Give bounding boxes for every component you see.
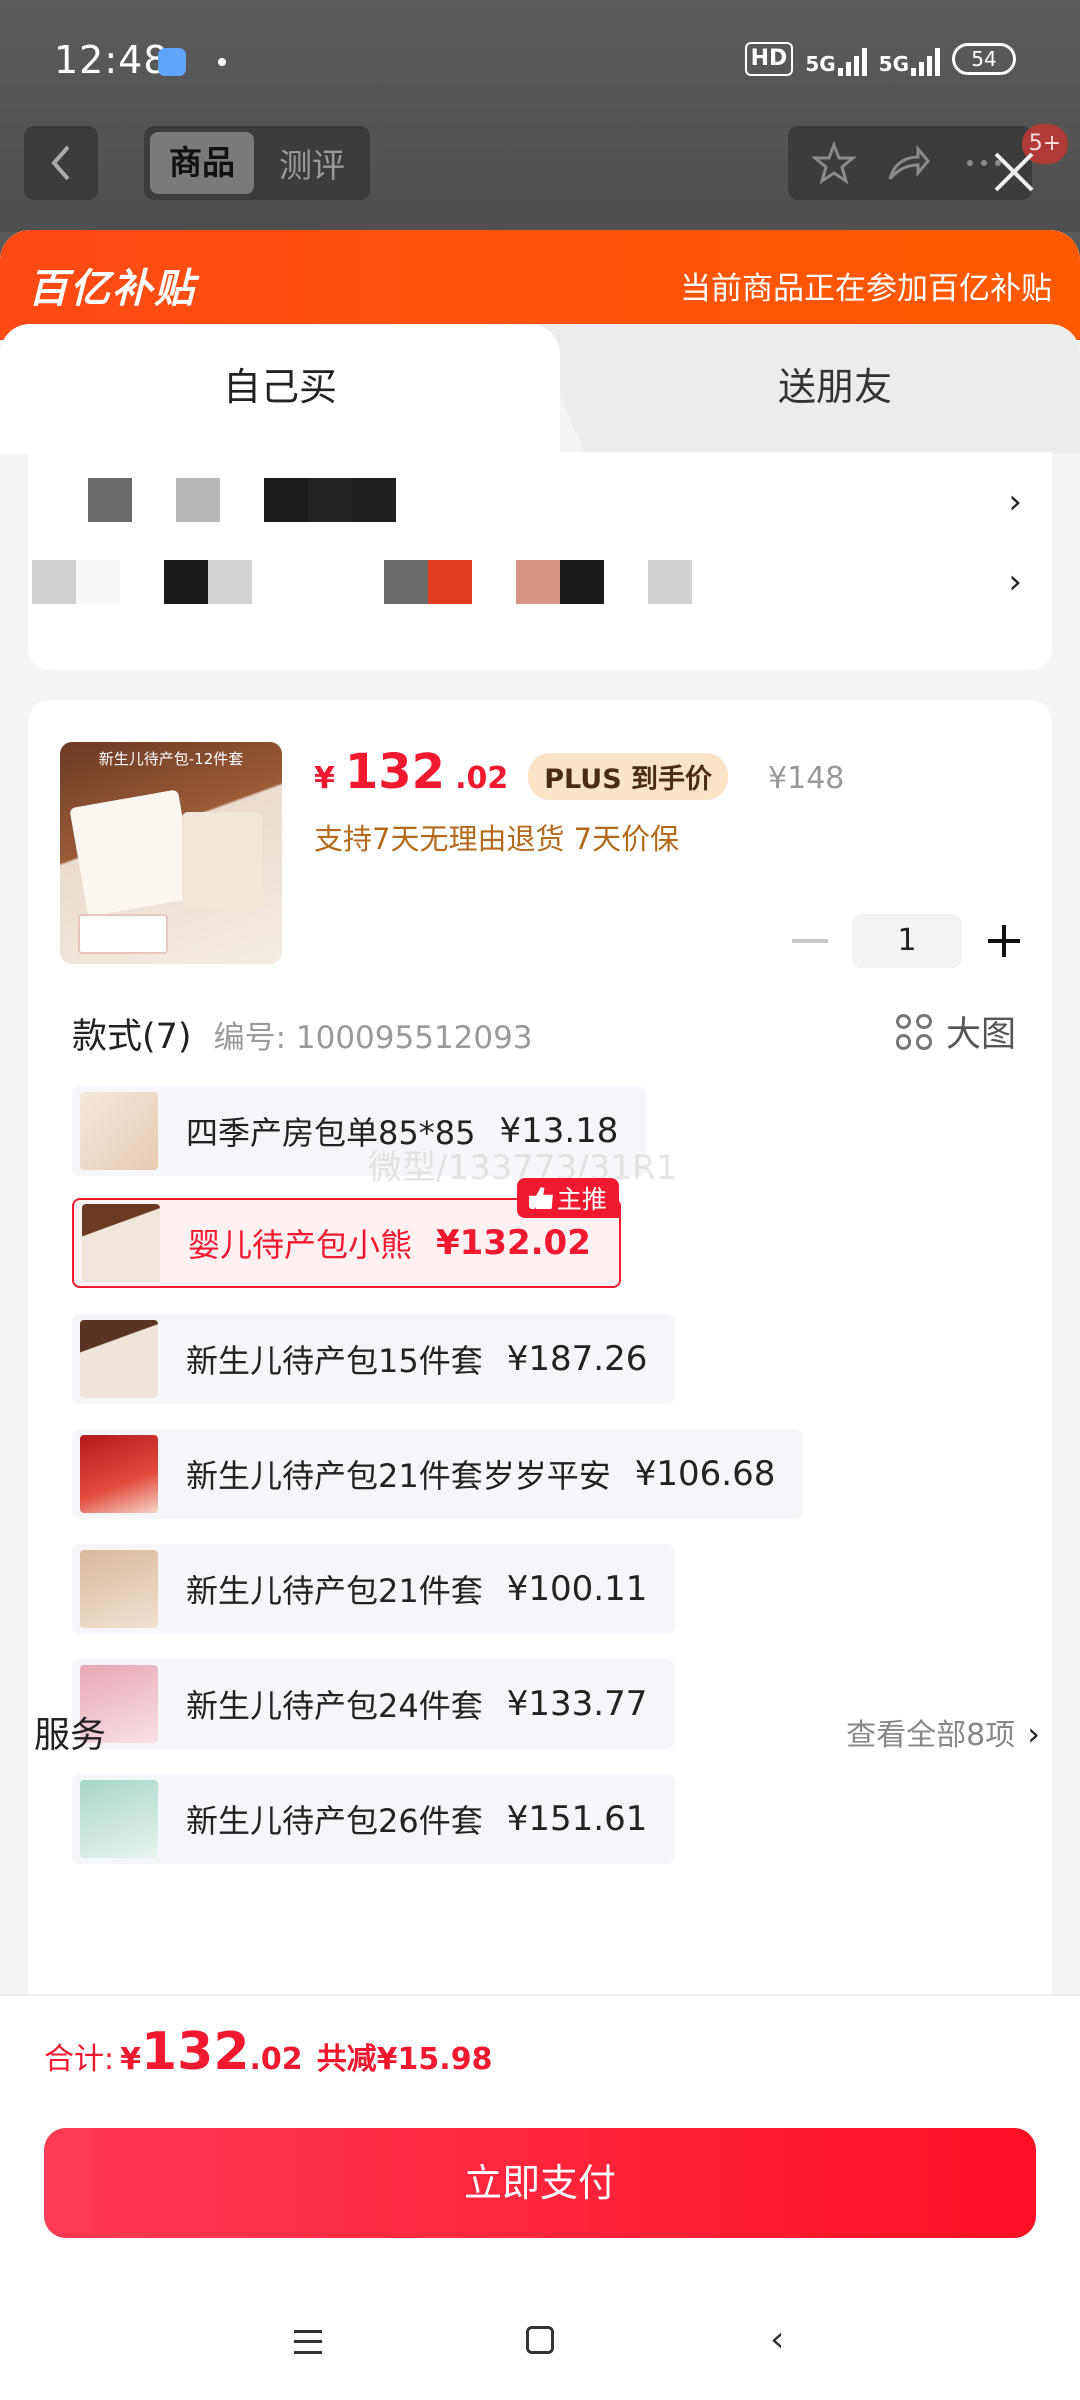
option-thumbnail [80, 1550, 158, 1628]
option-label: 新生儿待产包15件套 [186, 1342, 483, 1380]
total-symbol: ¥ [120, 2042, 141, 2077]
style-option[interactable]: 新生儿待产包21件套 ¥100.11 [72, 1544, 676, 1634]
option-thumbnail [80, 1435, 158, 1513]
chevron-right-icon: › [1027, 1715, 1040, 1753]
product-code: 编号: 100095512093 [213, 1020, 533, 1056]
subsidy-note: 当前商品正在参加百亿补贴 [680, 270, 1052, 307]
address-card[interactable]: › › [28, 452, 1052, 670]
minus-icon[interactable] [792, 939, 828, 943]
price-integer: 132 [344, 744, 446, 800]
service-perks: 支持7天无理由退货 7天价保 [314, 822, 680, 856]
status-indicators: HD 5G 5G 54 [744, 42, 1016, 76]
style-option[interactable]: 新生儿待产包21件套岁岁平安 ¥106.68 [72, 1429, 804, 1519]
option-label: 新生儿待产包24件套 [186, 1687, 483, 1725]
hd-icon: HD [744, 42, 794, 76]
big-image-toggle[interactable]: 大图 [895, 1006, 1016, 1057]
thumbnail-box [78, 914, 168, 954]
service-title: 服务 [34, 1715, 107, 1756]
plus-price-tag: PLUS 到手价 [528, 753, 729, 800]
quantity-value[interactable]: 1 [852, 914, 962, 968]
total-integer: 132 [140, 2022, 250, 2082]
back-icon[interactable]: ‹ [770, 2322, 784, 2358]
tab-self[interactable]: 自己买 [0, 324, 560, 454]
style-title: 款式(7) [72, 1017, 192, 1057]
home-icon[interactable] [526, 2326, 554, 2354]
tab-product[interactable]: 商品 [150, 132, 254, 194]
purchase-sheet: 百亿补贴 当前商品正在参加百亿补贴 送朋友 自己买 › › 新生儿待产包-12件… [0, 230, 1080, 1996]
discount-amount: 共减¥15.98 [316, 2042, 493, 2077]
status-time: 12:48 [54, 38, 169, 82]
option-label: 新生儿待产包21件套岁岁平安 [186, 1457, 611, 1495]
style-option[interactable]: 新生儿待产包15件套 ¥187.26 [72, 1314, 676, 1404]
system-nav-bar: ‹ [0, 2314, 1080, 2374]
style-option[interactable]: 四季产房包单85*85 ¥13.18 [72, 1086, 647, 1176]
signal-icon-2: 5G [879, 42, 940, 76]
total-label: 合计: [44, 2042, 115, 2077]
style-option[interactable]: 新生儿待产包26件套 ¥151.61 [72, 1774, 676, 1864]
option-label: 新生儿待产包26件套 [186, 1802, 483, 1840]
quantity-stepper: 1 [792, 914, 1022, 968]
contact-line-censored [32, 560, 692, 604]
battery-icon: 54 [952, 43, 1016, 75]
back-button[interactable] [24, 126, 98, 200]
option-thumbnail [80, 1092, 158, 1170]
tab-gift[interactable]: 送朋友 [530, 324, 1080, 454]
plus-icon[interactable] [986, 923, 1022, 959]
star-icon[interactable] [812, 141, 856, 185]
address-line-censored [48, 478, 396, 522]
thumbnail-caption: 新生儿待产包-12件套 [98, 750, 244, 768]
style-header: 款式(7) 编号: 100095512093 [72, 1008, 533, 1059]
grid-icon [895, 1013, 932, 1050]
option-thumbnail [80, 1780, 158, 1858]
option-label: 婴儿待产包小熊 [188, 1226, 413, 1264]
option-price: ¥133.77 [506, 1684, 648, 1724]
option-label: 新生儿待产包21件套 [186, 1572, 483, 1610]
thumbnail-cloth-2 [182, 812, 262, 908]
big-image-label: 大图 [945, 1015, 1016, 1055]
close-icon[interactable] [988, 146, 1040, 198]
style-option[interactable]: 新生儿待产包24件套 ¥133.77 [72, 1659, 676, 1749]
price-row: ¥ 132 .02 PLUS 到手价 ¥148 [314, 744, 844, 800]
menu-icon[interactable] [294, 2330, 322, 2354]
signal-icon: 5G [805, 42, 867, 76]
style-option-selected[interactable]: 婴儿待产包小熊 ¥132.02 主推 [72, 1178, 621, 1288]
price-symbol: ¥ [314, 761, 335, 796]
option-price: ¥132.02 [436, 1223, 591, 1263]
option-thumbnail [82, 1204, 160, 1282]
product-thumbnail[interactable]: 新生儿待产包-12件套 [60, 742, 282, 964]
pay-now-button[interactable]: 立即支付 [44, 2128, 1036, 2238]
service-view-all[interactable]: 查看全部8项 › [846, 1710, 1040, 1754]
subsidy-logo: 百亿补贴 [28, 266, 196, 312]
buy-mode-tabs: 送朋友 自己买 [0, 324, 1080, 454]
status-dot [218, 58, 226, 66]
total-price: 合计: ¥ 132 .02 共减¥15.98 [44, 2022, 492, 2082]
option-price: ¥106.68 [634, 1454, 776, 1494]
thumbnail-cloth [69, 789, 197, 917]
total-decimal: .02 [249, 2042, 303, 2077]
share-icon[interactable] [884, 141, 932, 185]
app-notification-icon [158, 48, 186, 76]
address-chevron-icon[interactable]: › [1008, 482, 1022, 522]
chevron-left-icon [51, 145, 70, 181]
tab-review[interactable]: 测评 [260, 139, 364, 187]
top-tab-switch: 商品 测评 [144, 126, 370, 200]
price-decimal: .02 [455, 761, 509, 796]
original-price: ¥148 [768, 761, 845, 796]
checkout-footer: 合计: ¥ 132 .02 共减¥15.98 立即支付 ‹ [0, 1994, 1080, 2400]
recommended-tag: 主推 [516, 1178, 619, 1218]
option-price: ¥13.18 [499, 1111, 619, 1151]
contact-chevron-icon[interactable]: › [1008, 562, 1022, 602]
option-price: ¥100.11 [506, 1569, 648, 1609]
option-label: 四季产房包单85*85 [186, 1114, 476, 1152]
option-thumbnail [80, 1320, 158, 1398]
thumbs-up-icon [528, 1187, 553, 1209]
option-price: ¥187.26 [506, 1339, 648, 1379]
option-price: ¥151.61 [506, 1799, 648, 1839]
product-card: 新生儿待产包-12件套 ¥ 132 .02 PLUS 到手价 ¥148 支持7天无… [28, 700, 1052, 1996]
